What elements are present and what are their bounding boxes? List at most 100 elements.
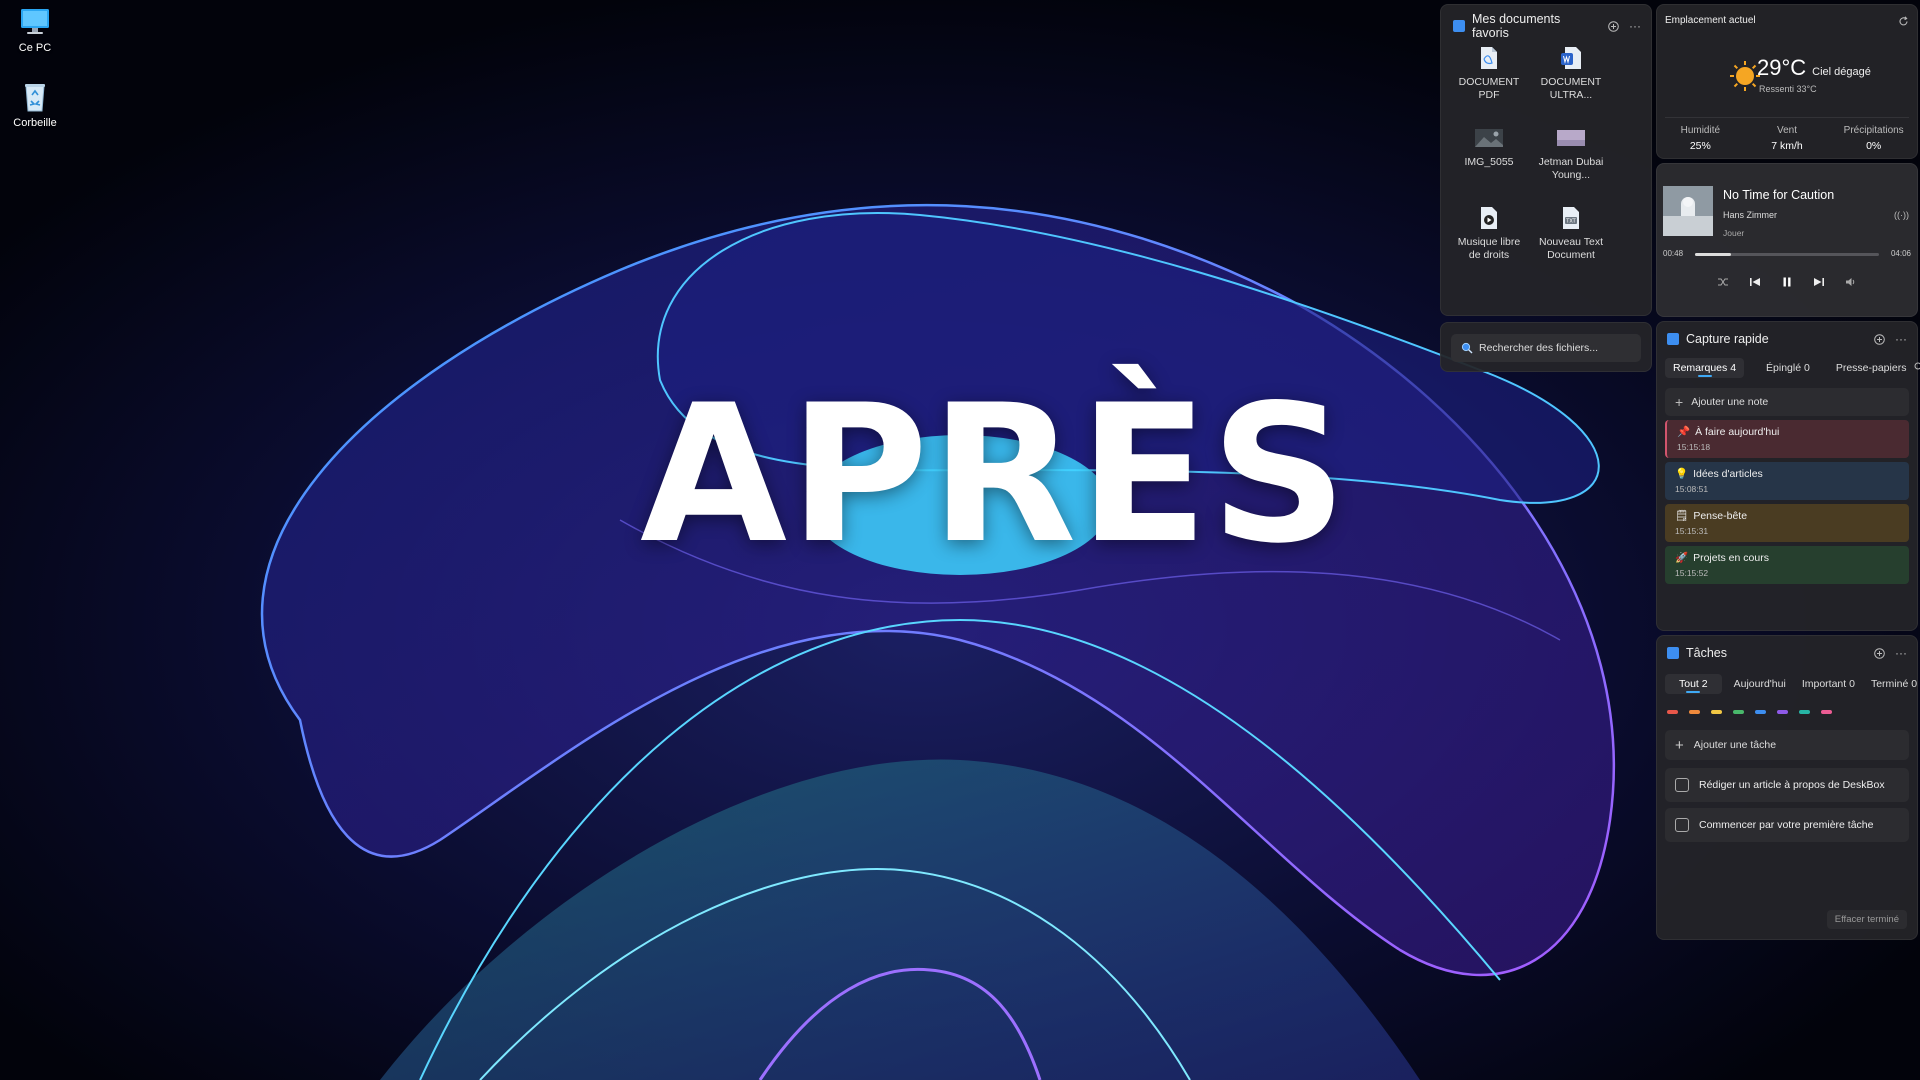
audio-file-icon [1481, 207, 1497, 229]
volume-icon [1846, 278, 1855, 286]
note-time: 15:15:18 [1677, 442, 1711, 452]
document-name: IMG_5055 [1464, 156, 1514, 168]
cast-icon[interactable]: ((·)) [1894, 210, 1909, 220]
stat-label: Humidité [1680, 125, 1721, 136]
computer-icon [21, 9, 49, 34]
volume-button[interactable] [1843, 274, 1859, 290]
tab-epingle[interactable]: Épinglé 0 [1758, 358, 1818, 378]
weather-stat-precipitation: Précipitations 0% [1830, 125, 1917, 152]
progress-bar[interactable] [1695, 253, 1879, 256]
color-filter-dot[interactable] [1777, 710, 1788, 714]
plus-circle-icon [1873, 333, 1885, 345]
color-filter-dot[interactable] [1755, 710, 1766, 714]
document-name: Nouveau Text Document [1538, 236, 1603, 261]
add-button[interactable] [1871, 331, 1887, 347]
document-item[interactable]: DOCUMENT PDF [1451, 45, 1527, 121]
note-title: Pense-bête [1693, 509, 1748, 522]
svg-text:TXT: TXT [1565, 219, 1576, 225]
note-title: Projets en cours [1693, 551, 1769, 564]
tab-presse-papiers[interactable]: Presse-papiers [1828, 358, 1915, 378]
previous-button[interactable] [1747, 274, 1763, 290]
desktop-icon-label: Ce PC [18, 42, 52, 54]
music-widget: No Time for Caution Hans Zimmer Jouer ((… [1656, 163, 1918, 317]
divider [1665, 117, 1909, 118]
documents-title: Mes documents favoris [1472, 12, 1561, 40]
quick-capture-title: Capture rapide [1686, 332, 1769, 346]
task-label: Commencer par votre première tâche [1699, 819, 1874, 831]
stat-label: Précipitations [1843, 125, 1904, 136]
document-item[interactable]: Jetman Dubai Young... [1533, 125, 1609, 201]
search-icon [1914, 362, 1920, 369]
tab-important[interactable]: Important 0 [1794, 674, 1863, 694]
document-name: Jetman Dubai Young... [1538, 156, 1604, 181]
task-label: Rédiger un article à propos de DeskBox [1699, 779, 1885, 791]
plus-circle-icon [1607, 20, 1619, 32]
desktop-icon-label: Corbeille [13, 117, 57, 129]
shuffle-button[interactable] [1715, 274, 1731, 290]
document-item[interactable]: Musique libre de droits [1451, 205, 1527, 281]
note-title: À faire aujourd'hui [1695, 425, 1780, 438]
next-button[interactable] [1811, 274, 1827, 290]
search-button[interactable] [1914, 362, 1920, 375]
add-button[interactable] [1871, 645, 1887, 661]
more-button[interactable]: ··· [1893, 331, 1909, 347]
desktop-icon-ce-pc[interactable]: Ce PC [0, 5, 70, 54]
tab-aujourdhui[interactable]: Aujourd'hui [1726, 674, 1794, 694]
documents-widget: Mes documents favoris ··· DOCUMENT PDF D… [1440, 4, 1652, 316]
document-item[interactable]: DOCUMENT ULTRA... [1533, 45, 1609, 121]
checklist-icon [1667, 647, 1679, 659]
color-filter-dot[interactable] [1821, 710, 1832, 714]
note-item[interactable]: 🚀 Projets en cours 15:15:52 [1665, 546, 1909, 584]
progress-fill [1695, 253, 1731, 256]
stat-value: 0% [1866, 140, 1882, 152]
track-duration: 04:06 [1890, 249, 1911, 258]
color-filter-dot[interactable] [1667, 710, 1678, 714]
recycle-bin-icon [25, 84, 45, 112]
desktop-icon-corbeille[interactable]: Corbeille [0, 80, 70, 129]
folder-icon [1453, 20, 1465, 32]
file-search-placeholder: Rechercher des fichiers... [1479, 342, 1599, 354]
text-file-icon: TXT [1563, 207, 1579, 229]
task-checkbox[interactable] [1675, 778, 1689, 792]
tab-tout[interactable]: Tout 2 [1665, 674, 1722, 694]
note-item[interactable]: 💡 Idées d'articles 15:08:51 [1665, 462, 1909, 500]
task-item[interactable]: Rédiger un article à propos de DeskBox [1665, 768, 1909, 802]
lightbulb-icon: 💡 [1675, 468, 1689, 480]
add-button[interactable] [1605, 18, 1621, 34]
note-time: 15:15:31 [1675, 526, 1709, 536]
add-note-button[interactable]: + Ajouter une note [1665, 388, 1909, 416]
task-item[interactable]: Commencer par votre première tâche [1665, 808, 1909, 842]
note-item[interactable]: 🗒 Pense-bête 15:15:31 [1665, 504, 1909, 542]
more-button[interactable]: ··· [1893, 645, 1909, 661]
document-name: DOCUMENT PDF [1458, 76, 1520, 101]
task-checkbox[interactable] [1675, 818, 1689, 832]
stat-value: 7 km/h [1771, 140, 1803, 152]
document-item[interactable]: IMG_5055 [1451, 125, 1527, 201]
file-search-input[interactable]: Rechercher des fichiers... [1451, 334, 1641, 362]
pause-icon [1783, 277, 1791, 287]
more-icon: ··· [1629, 19, 1641, 33]
tab-termine[interactable]: Terminé 0 [1863, 674, 1920, 694]
color-filter-dot[interactable] [1733, 710, 1744, 714]
color-filter-dot[interactable] [1689, 710, 1700, 714]
add-task-button[interactable]: + Ajouter une tâche [1665, 730, 1909, 760]
skip-back-icon [1750, 278, 1760, 286]
pause-button[interactable] [1779, 274, 1795, 290]
track-artist: Hans Zimmer [1723, 210, 1778, 220]
quick-capture-widget: Capture rapide ··· Remarques 4 Épinglé 0… [1656, 321, 1920, 631]
clear-done-button[interactable]: Effacer terminé [1826, 910, 1907, 929]
temperature: 29°C [1757, 55, 1807, 80]
document-item[interactable]: TXT Nouveau Text Document [1533, 205, 1609, 281]
file-search-widget: Rechercher des fichiers... [1440, 322, 1652, 372]
documents-grid: DOCUMENT PDF DOCUMENT ULTRA... IMG_5055 … [1451, 45, 1621, 281]
color-filter-dot[interactable] [1711, 710, 1722, 714]
color-filter-dot[interactable] [1799, 710, 1810, 714]
more-button[interactable]: ··· [1627, 18, 1643, 34]
tab-remarques[interactable]: Remarques 4 [1665, 358, 1745, 378]
document-name: Musique libre de droits [1457, 236, 1521, 261]
note-item[interactable]: 📌 À faire aujourd'hui 15:15:18 [1665, 420, 1909, 458]
note-time: 15:08:51 [1675, 484, 1709, 494]
overlay-title: APRÈS [640, 364, 1350, 585]
word-file-icon [1561, 47, 1581, 69]
refresh-button[interactable] [1895, 13, 1911, 29]
